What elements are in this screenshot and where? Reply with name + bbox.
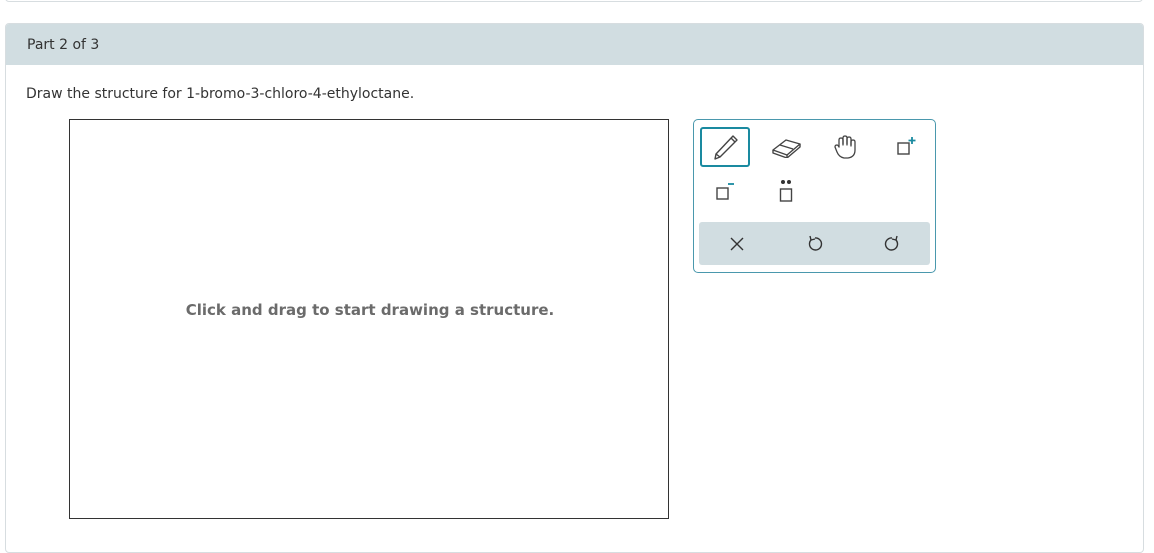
eraser-icon bbox=[772, 139, 801, 158]
previous-card-edge bbox=[5, 0, 1143, 2]
pan-tool[interactable] bbox=[821, 127, 871, 167]
part-title: Part 2 of 3 bbox=[27, 36, 100, 53]
hand-icon bbox=[834, 135, 856, 159]
redo-button[interactable] bbox=[862, 222, 922, 265]
undo-icon bbox=[808, 235, 823, 251]
drawing-canvas[interactable]: Click and drag to start drawing a struct… bbox=[69, 119, 669, 519]
pencil-tool[interactable] bbox=[700, 127, 750, 167]
action-bar bbox=[699, 222, 930, 265]
drawing-toolbar bbox=[693, 119, 936, 273]
negative-charge-tool[interactable] bbox=[700, 172, 750, 212]
lone-pair-tool[interactable] bbox=[761, 172, 811, 212]
close-icon bbox=[730, 237, 744, 250]
canvas-hint: Click and drag to start drawing a struct… bbox=[185, 301, 555, 319]
pencil-icon bbox=[714, 135, 738, 160]
eraser-tool[interactable] bbox=[761, 127, 811, 167]
positive-charge-tool[interactable] bbox=[881, 127, 931, 167]
lone-pair-icon bbox=[779, 180, 793, 202]
part-header: Part 2 of 3 bbox=[6, 24, 1143, 65]
minus-charge-icon bbox=[716, 183, 734, 200]
plus-charge-icon bbox=[897, 137, 916, 155]
undo-button[interactable] bbox=[785, 222, 845, 265]
redo-icon bbox=[884, 235, 899, 251]
question-prompt: Draw the structure for 1-bromo-3-chloro-… bbox=[26, 86, 415, 102]
part-card: Part 2 of 3 Draw the structure for 1-bro… bbox=[5, 23, 1144, 553]
clear-button[interactable] bbox=[707, 222, 767, 265]
